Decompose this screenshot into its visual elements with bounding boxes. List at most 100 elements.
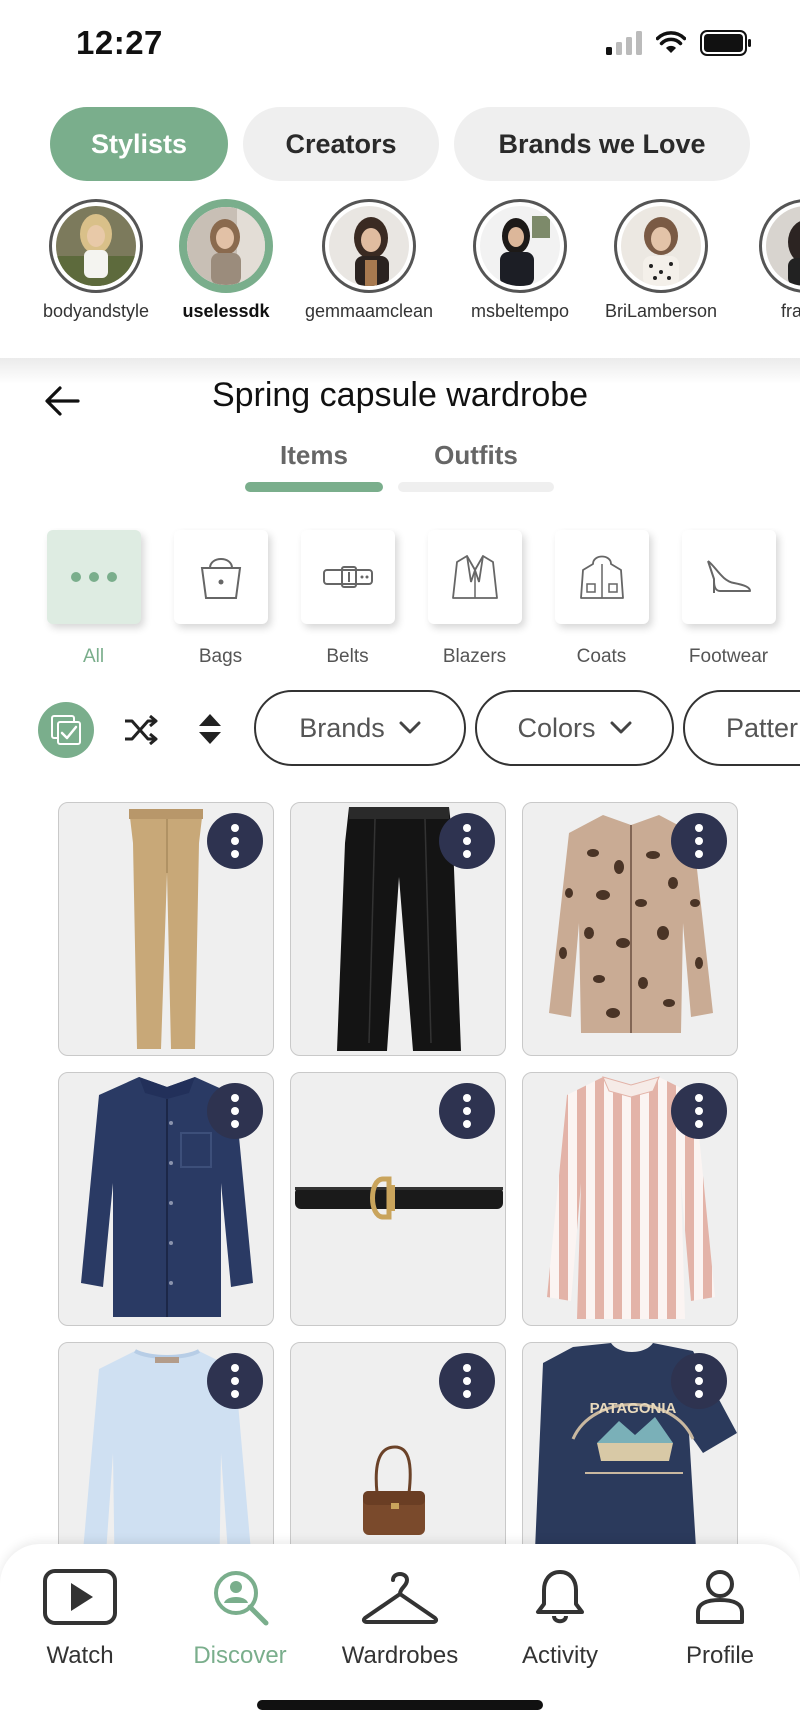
shuffle-button[interactable] xyxy=(120,710,162,750)
nav-label: Wardrobes xyxy=(341,1642,459,1669)
item-card-brown-bag[interactable] xyxy=(290,1342,506,1544)
item-card-leopard-blouse[interactable] xyxy=(522,802,738,1056)
category-label: Coats xyxy=(576,646,627,667)
stylist-name: franim xyxy=(780,301,800,321)
nav-activity[interactable]: Activity xyxy=(480,1564,640,1670)
item-more-button[interactable] xyxy=(439,813,495,869)
select-all-button[interactable] xyxy=(38,702,94,758)
filter-label: Brands xyxy=(299,712,385,743)
stylist-name: uselessdk xyxy=(182,301,270,321)
stylist-name: bodyandstyle xyxy=(42,301,150,321)
status-bar: 12:27 xyxy=(0,0,800,92)
category-all[interactable]: All xyxy=(30,528,157,668)
category-tile xyxy=(300,530,395,624)
stylist-msbeltempo[interactable]: msbeltempo xyxy=(445,196,595,322)
avatar-ring xyxy=(614,199,708,293)
wifi-icon xyxy=(656,31,686,53)
category-bags[interactable]: Bags xyxy=(157,528,284,668)
item-card-denim-shirt[interactable] xyxy=(58,1072,274,1326)
bag-icon xyxy=(200,558,241,599)
item-card-beige-trousers[interactable] xyxy=(58,802,274,1056)
stylist-brilamberson[interactable]: BriLamberson xyxy=(586,196,736,322)
nav-label: Profile xyxy=(685,1642,755,1669)
stylist-uselessdk[interactable]: uselessdk xyxy=(151,196,301,322)
category-blazers[interactable]: Blazers xyxy=(411,528,538,668)
person-icon xyxy=(696,1570,744,1624)
sort-icon xyxy=(199,714,221,744)
item-more-button[interactable] xyxy=(439,1353,495,1409)
category-tile xyxy=(427,530,522,624)
page-title: Spring capsule wardrobe xyxy=(211,376,589,414)
item-card-blue-sweater[interactable] xyxy=(58,1342,274,1544)
hanger-icon xyxy=(361,1572,439,1624)
nav-wardrobes[interactable]: Wardrobes xyxy=(320,1564,480,1670)
avatar-ring xyxy=(473,199,567,293)
brands-filter[interactable]: Brands xyxy=(254,690,466,766)
segment-stylists[interactable]: Stylists xyxy=(50,107,228,181)
category-label: Belts xyxy=(326,646,369,667)
patterns-filter[interactable]: Patter xyxy=(683,690,800,766)
blazer-icon xyxy=(451,555,498,599)
avatar xyxy=(329,206,409,286)
item-more-button[interactable] xyxy=(671,813,727,869)
belt-icon xyxy=(322,566,373,588)
category-label: Footwear xyxy=(688,646,769,667)
stylist-gemmaamclean[interactable]: gemmaamclean xyxy=(294,196,444,322)
filter-label: Patter xyxy=(726,712,799,743)
category-footwear[interactable]: Footwear xyxy=(665,528,792,668)
item-more-button[interactable] xyxy=(439,1083,495,1139)
item-more-button[interactable] xyxy=(671,1353,727,1409)
filter-label: Colors xyxy=(517,712,596,743)
battery-icon xyxy=(700,30,751,56)
tshirt-print-text: PATAGONIA xyxy=(590,1400,677,1417)
sort-button[interactable] xyxy=(190,706,230,752)
category-label: Blazers xyxy=(442,646,507,667)
status-time: 12:27 xyxy=(76,24,163,61)
category-tile xyxy=(173,530,268,624)
bell-icon xyxy=(536,1570,584,1624)
avatar xyxy=(187,207,265,285)
discover-search-icon xyxy=(214,1571,269,1626)
segment-creators[interactable]: Creators xyxy=(243,107,439,181)
item-card-black-belt[interactable] xyxy=(290,1072,506,1326)
nav-watch[interactable]: Watch xyxy=(0,1564,160,1670)
avatar-ring xyxy=(322,199,416,293)
tab-outfits[interactable]: Outfits xyxy=(398,440,554,471)
avatar xyxy=(480,206,560,286)
chevron-down-icon xyxy=(399,721,421,734)
category-belts[interactable]: Belts xyxy=(284,528,411,668)
home-indicator xyxy=(257,1700,543,1710)
avatar xyxy=(621,206,701,286)
category-coats[interactable]: Coats xyxy=(538,528,665,668)
play-icon xyxy=(43,1569,117,1625)
nav-label: Activity xyxy=(521,1642,598,1669)
avatar xyxy=(56,206,136,286)
tab-outfits-indicator xyxy=(398,482,554,492)
category-row[interactable]: All Bags Belts Blazers Coats Footwear xyxy=(0,528,800,668)
item-card-striped-shirt[interactable] xyxy=(522,1072,738,1326)
item-card-graphic-tshirt[interactable]: PATAGONIA xyxy=(522,1342,738,1544)
avatar-ring xyxy=(49,199,143,293)
items-grid: PATAGONIA xyxy=(0,800,800,1544)
filter-row[interactable]: Brands Colors Patter xyxy=(0,688,800,768)
stylist-franim[interactable]: franim xyxy=(731,196,800,322)
item-more-button[interactable] xyxy=(671,1083,727,1139)
category-label: All xyxy=(82,646,105,667)
colors-filter[interactable]: Colors xyxy=(475,690,674,766)
stylist-name: gemmaamclean xyxy=(304,301,434,321)
item-more-button[interactable] xyxy=(207,1353,263,1409)
nav-discover[interactable]: Discover xyxy=(160,1564,320,1670)
item-more-button[interactable] xyxy=(207,1083,263,1139)
segment-brands-we-love[interactable]: Brands we Love xyxy=(454,107,750,181)
stylist-name: msbeltempo xyxy=(470,301,570,321)
nav-profile[interactable]: Profile xyxy=(640,1564,800,1670)
stylist-name: BriLamberson xyxy=(604,301,718,321)
avatar xyxy=(766,206,800,286)
stylist-bodyandstyle[interactable]: bodyandstyle xyxy=(21,196,171,322)
avatar-ring xyxy=(759,199,800,293)
tab-items[interactable]: Items xyxy=(245,440,383,471)
stylist-carousel[interactable]: bodyandstyle uselessdk gemmaamclean msbe… xyxy=(0,196,800,326)
more-dots-icon xyxy=(70,572,117,582)
item-card-black-trousers[interactable] xyxy=(290,802,506,1056)
item-more-button[interactable] xyxy=(207,813,263,869)
